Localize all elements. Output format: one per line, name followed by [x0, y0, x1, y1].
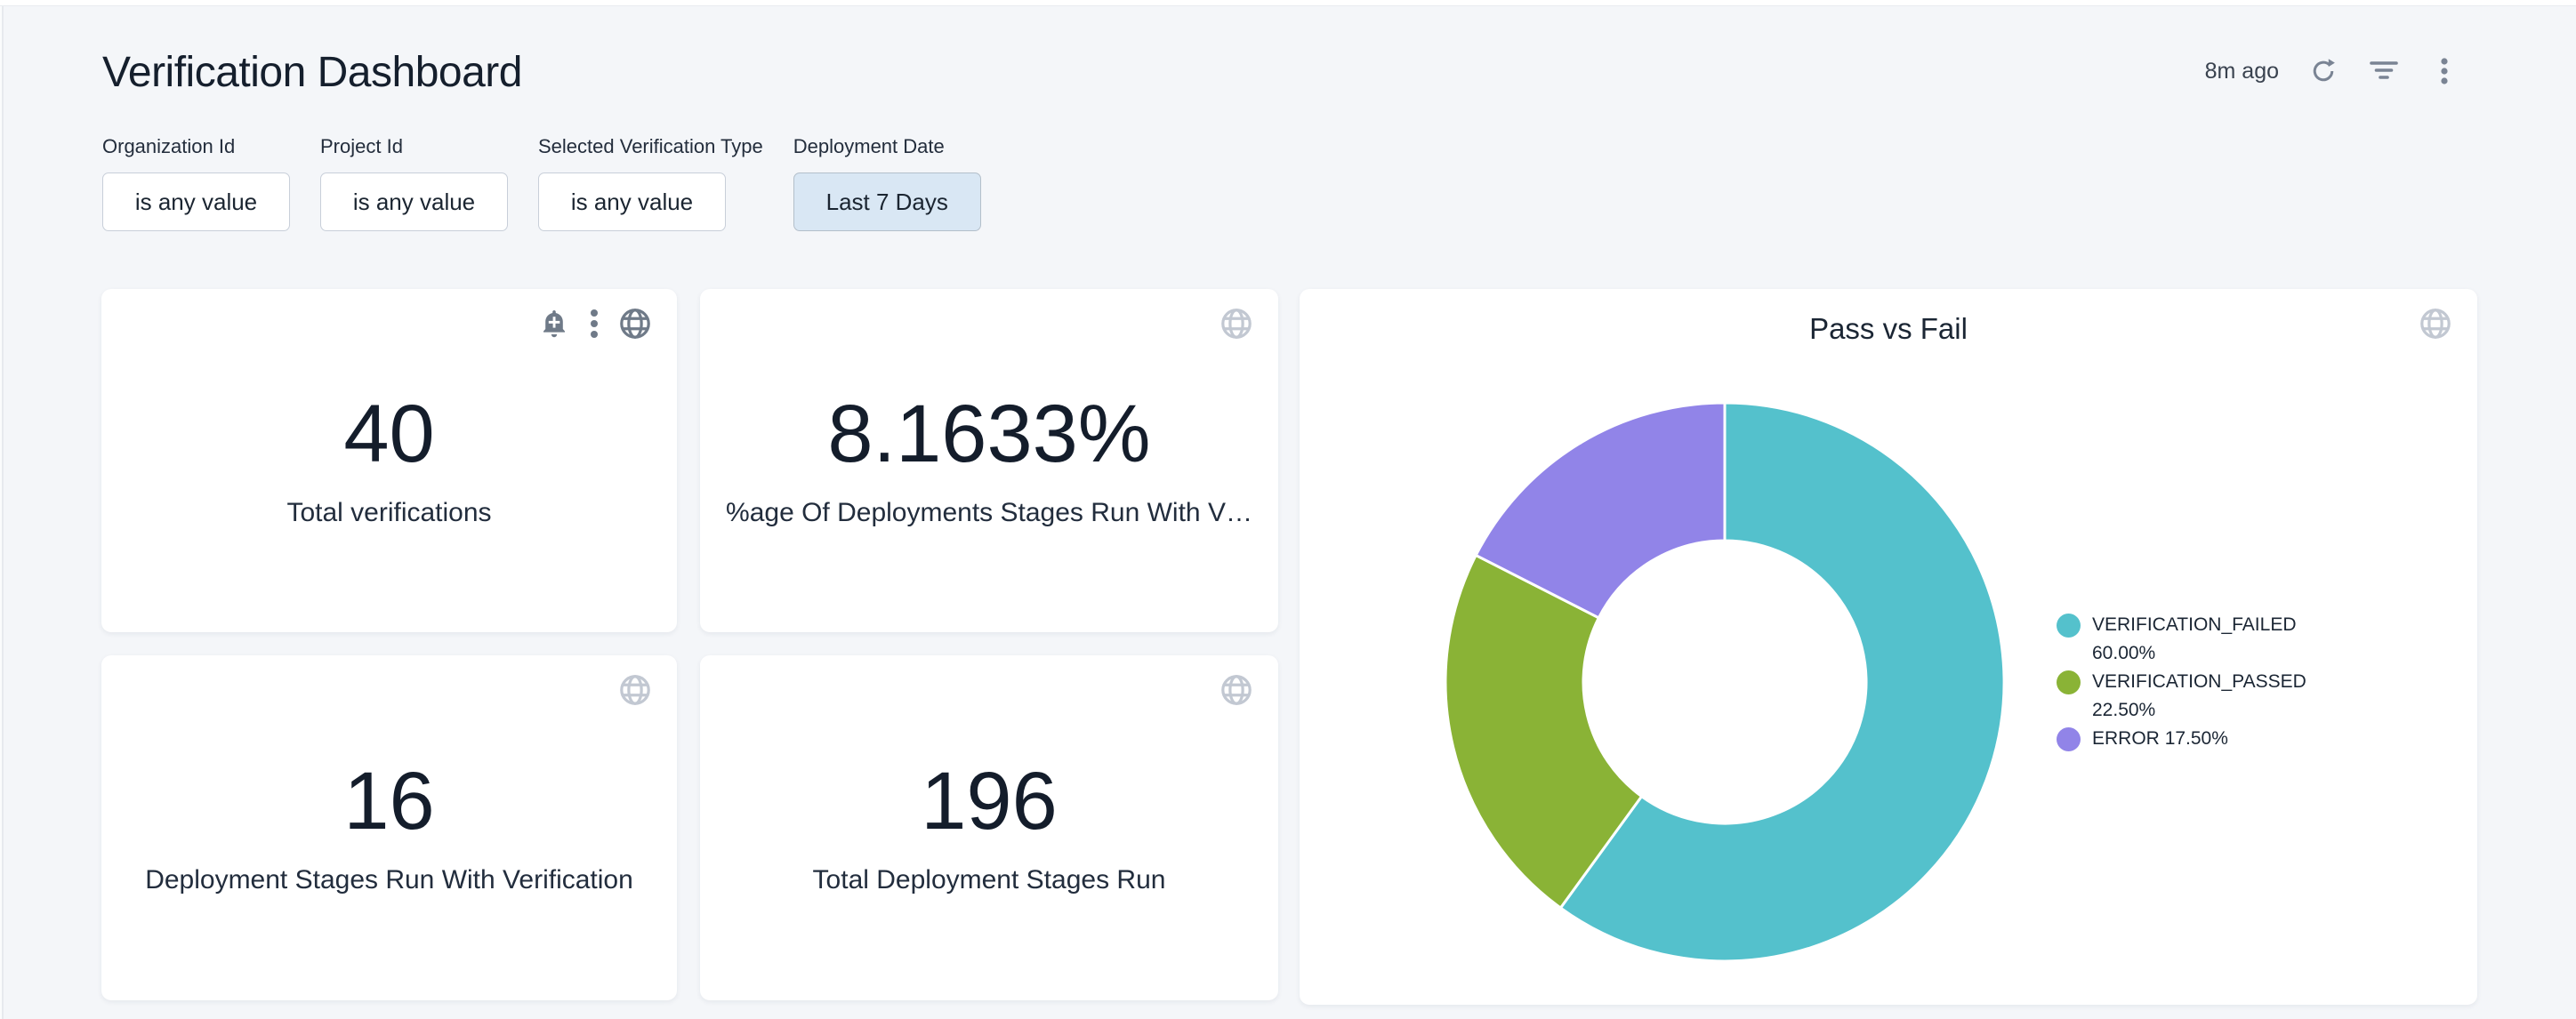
tile-value: 196: [921, 760, 1058, 842]
filter-selected-verification-type: Selected Verification Type is any value: [538, 135, 763, 231]
tile-value: 8.1633%: [827, 393, 1150, 475]
dashboard-page: Verification Dashboard 8m ago: [0, 0, 2576, 1019]
legend-swatch: [2057, 614, 2081, 638]
tile-label: %age Of Deployments Stages Run With V…: [726, 498, 1252, 528]
legend-label: VERIFICATION_FAILED: [2092, 614, 2297, 635]
tile-pct-deployment-stages-with-verifications: 8.1633% %age Of Deployments Stages Run W…: [700, 289, 1278, 632]
page-title: Verification Dashboard: [102, 48, 522, 97]
filter-organization-id: Organization Id is any value: [102, 135, 290, 231]
window-left-edge: [0, 6, 4, 1019]
tile-label: Deployment Stages Run With Verification: [145, 865, 633, 895]
tile-label: Total verifications: [286, 498, 491, 528]
filter-value-organization-id[interactable]: is any value: [102, 173, 290, 231]
window-top-edge: [0, 0, 2576, 6]
tile-total-deployment-stages-run: 196 Total Deployment Stages Run: [700, 655, 1278, 1000]
refresh-icon[interactable]: [2306, 52, 2341, 91]
filter-value-selected-verification-type[interactable]: is any value: [538, 173, 726, 231]
legend-label: VERIFICATION_PASSED: [2092, 671, 2306, 692]
filter-label: Selected Verification Type: [538, 135, 763, 158]
legend-item-error[interactable]: ERROR 17.50%: [2057, 725, 2343, 753]
legend-item-verification-passed[interactable]: VERIFICATION_PASSED 22.50%: [2057, 668, 2343, 725]
chart-legend: VERIFICATION_FAILED 60.00% VERIFICATION_…: [2057, 611, 2343, 753]
filter-project-id: Project Id is any value: [320, 135, 508, 231]
globe-icon[interactable]: [2419, 307, 2452, 341]
tile-deployment-stages-run-with-verification: 16 Deployment Stages Run With Verificati…: [101, 655, 677, 1000]
filter-bar: Organization Id is any value Project Id …: [102, 135, 981, 231]
last-refresh-label: 8m ago: [2205, 59, 2279, 84]
tile-value: 40: [343, 393, 434, 475]
kebab-menu-icon[interactable]: [2427, 52, 2462, 91]
chart-title: Pass vs Fail: [1300, 312, 2477, 346]
legend-label: ERROR: [2092, 728, 2160, 749]
pass-vs-fail-donut-chart[interactable]: [1440, 397, 2009, 967]
filter-value-project-id[interactable]: is any value: [320, 173, 508, 231]
legend-value: 60.00%: [2092, 643, 2155, 663]
filter-label: Organization Id: [102, 135, 290, 158]
legend-swatch: [2057, 727, 2081, 751]
tile-value: 16: [343, 760, 434, 842]
header-actions: 8m ago: [2205, 52, 2462, 91]
tile-total-verifications: 40 Total verifications: [101, 289, 677, 632]
filter-value-deployment-date[interactable]: Last 7 Days: [793, 173, 981, 231]
tile-label: Total Deployment Stages Run: [813, 865, 1166, 895]
legend-value: 17.50%: [2165, 728, 2228, 749]
legend-swatch: [2057, 670, 2081, 694]
legend-value: 22.50%: [2092, 700, 2155, 720]
filter-deployment-date: Deployment Date Last 7 Days: [793, 135, 981, 231]
filter-label: Deployment Date: [793, 135, 981, 158]
legend-item-verification-failed[interactable]: VERIFICATION_FAILED 60.00%: [2057, 611, 2343, 668]
filter-icon[interactable]: [2366, 52, 2402, 91]
pass-vs-fail-chart-card: Pass vs Fail VERIFICATION_FAILED 60.00% …: [1300, 289, 2477, 1005]
filter-label: Project Id: [320, 135, 508, 158]
